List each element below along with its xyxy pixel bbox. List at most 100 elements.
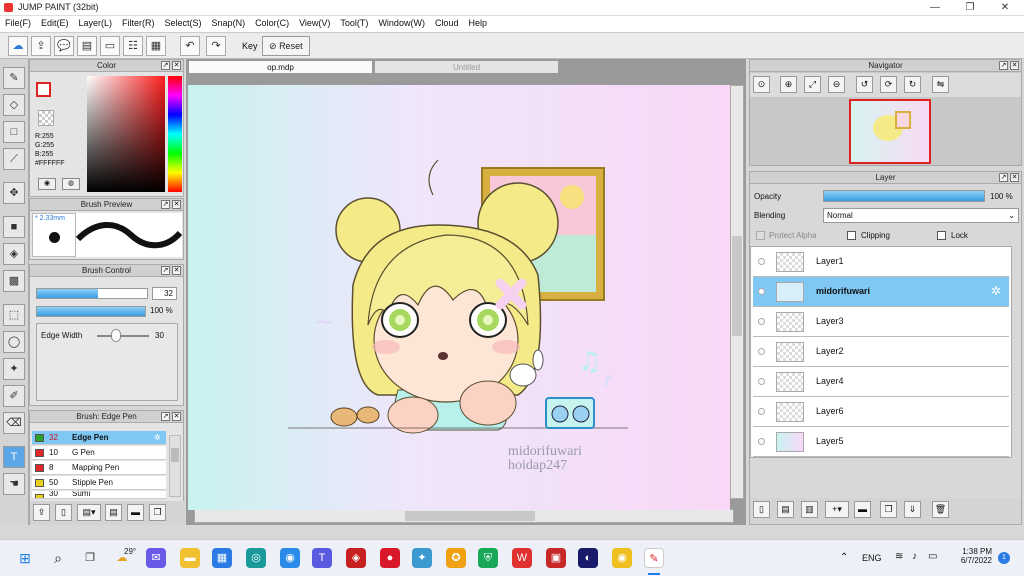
foreground-color-swatch[interactable] (36, 82, 51, 97)
rotate-reset-icon[interactable]: ⟳ (880, 76, 897, 93)
gear-icon[interactable]: ✲ (991, 284, 1001, 298)
select-pen-icon[interactable]: ✐ (3, 385, 25, 407)
layer-row[interactable]: Layer3 (753, 307, 1009, 337)
layer-row[interactable]: Layer2 (753, 337, 1009, 367)
reset-button[interactable]: ⊘ Reset (262, 36, 310, 56)
settings-grid-icon[interactable]: ▦ (146, 36, 166, 56)
panel-close-icon[interactable]: ✕ (172, 412, 181, 421)
edge-width-thumb[interactable] (111, 329, 121, 342)
menu-color[interactable]: Color(C) (250, 16, 294, 30)
visibility-icon[interactable] (758, 438, 765, 445)
minimize-icon[interactable]: — (920, 0, 950, 16)
edge-width-track[interactable] (97, 335, 149, 337)
rotate-right-icon[interactable]: ↻ (904, 76, 921, 93)
layer-row[interactable]: midorifuwari ✲ (753, 277, 1009, 307)
panel-popout-icon[interactable]: ↗ (999, 61, 1008, 70)
brush-opacity-slider[interactable] (36, 306, 146, 317)
duplicate-icon[interactable]: ❐ (149, 504, 166, 521)
magic-wand-icon[interactable]: ✦ (3, 358, 25, 380)
record-icon[interactable]: ● (380, 548, 400, 568)
gear-icon[interactable]: ✲ (154, 431, 161, 445)
add-layer-menu-icon[interactable]: +▾ (825, 501, 849, 518)
share-icon[interactable]: ⇪ (31, 36, 51, 56)
brush-menu-icon[interactable]: ▤▾ (77, 504, 101, 521)
horizontal-scroll-thumb[interactable] (405, 511, 535, 521)
move-tool-icon[interactable]: ✥ (3, 182, 25, 204)
transparent-swatch[interactable] (38, 110, 54, 126)
duplicate-layer-icon[interactable]: ❐ (880, 501, 897, 518)
protect-alpha-checkbox[interactable] (756, 231, 765, 240)
visibility-icon[interactable] (758, 258, 765, 265)
visibility-icon[interactable] (758, 408, 765, 415)
flip-icon[interactable]: ⇋ (932, 76, 949, 93)
menu-view[interactable]: View(V) (294, 16, 335, 30)
zoom-icon[interactable]: ◉ (280, 548, 300, 568)
gradient-tool-icon[interactable]: ▩ (3, 270, 25, 292)
app-icon[interactable]: ✦ (412, 548, 432, 568)
brush-size-value[interactable]: 32 (152, 287, 177, 300)
panel-close-icon[interactable]: ✕ (172, 200, 181, 209)
app-icon[interactable]: ✪ (446, 548, 466, 568)
brush-copy-icon[interactable]: ▤ (105, 504, 122, 521)
line-tool-icon[interactable]: ⟋ (3, 148, 25, 170)
panel-popout-icon[interactable]: ↗ (161, 266, 170, 275)
clipping-checkbox[interactable] (847, 231, 856, 240)
layer-row[interactable]: Layer4 (753, 367, 1009, 397)
visibility-icon[interactable] (758, 318, 765, 325)
navigator-thumbnail[interactable] (849, 99, 931, 164)
zoom-out-icon[interactable]: ⊖ (828, 76, 845, 93)
panel-popout-icon[interactable]: ↗ (161, 200, 170, 209)
shield-icon[interactable]: ⛨ (478, 548, 498, 568)
delete-layer-icon[interactable]: 🗑 (932, 501, 949, 518)
brush-item[interactable]: 30 Sumi (32, 491, 166, 499)
folder-icon[interactable]: ▬ (127, 504, 144, 521)
select-eraser-icon[interactable]: ⌫ (3, 412, 25, 434)
chrome-icon[interactable]: ◉ (612, 548, 632, 568)
layer-row[interactable]: Layer5 (753, 427, 1009, 457)
battery-icon[interactable]: ▭ (928, 551, 937, 562)
rectangle-tool-icon[interactable]: □ (3, 121, 25, 143)
lasso-icon[interactable]: ◯ (3, 331, 25, 353)
volume-icon[interactable]: ♪ (912, 551, 917, 562)
app-icon[interactable]: ◎ (246, 548, 266, 568)
panel-close-icon[interactable]: ✕ (1010, 173, 1019, 182)
wifi-icon[interactable]: ≋ (895, 551, 903, 562)
menu-select[interactable]: Select(S) (160, 16, 207, 30)
zoom-fit-icon[interactable]: ⊙ (753, 76, 770, 93)
menu-edit[interactable]: Edit(E) (36, 16, 74, 30)
wps-icon[interactable]: W (512, 548, 532, 568)
clock-time[interactable]: 1:38 PM (950, 547, 992, 556)
undo-icon[interactable]: ↶ (180, 36, 200, 56)
brush-item[interactable]: 32 Edge Pen ✲ (32, 431, 166, 445)
chevron-up-icon[interactable]: ⌃ (840, 552, 848, 563)
document-icon[interactable]: ▭ (100, 36, 120, 56)
hand-tool-icon[interactable]: ☚ (3, 473, 25, 495)
fill-rect-tool-icon[interactable]: ■ (3, 216, 25, 238)
comment-icon[interactable]: 💬 (54, 36, 74, 56)
app-icon[interactable]: ▣ (546, 548, 566, 568)
vertical-scrollbar[interactable] (730, 85, 744, 499)
vertical-scroll-thumb[interactable] (732, 236, 742, 336)
upload-icon[interactable]: ⇪ (33, 504, 50, 521)
menu-window[interactable]: Window(W) (373, 16, 430, 30)
panel-close-icon[interactable]: ✕ (1010, 61, 1019, 70)
lock-checkbox[interactable] (937, 231, 946, 240)
visibility-icon[interactable] (758, 288, 765, 295)
folder-icon[interactable]: ▬ (854, 501, 871, 518)
redo-icon[interactable]: ↷ (206, 36, 226, 56)
artboard[interactable]: ♫ ♪ ~ midorifuwari hoidap247 (188, 85, 730, 510)
language-indicator[interactable]: ENG (862, 553, 882, 563)
app-icon[interactable]: ◈ (346, 548, 366, 568)
chat-icon[interactable]: ✉ (146, 548, 166, 568)
brush-item[interactable]: 10 G Pen (32, 446, 166, 460)
menu-file[interactable]: File(F) (0, 16, 36, 30)
blending-select[interactable]: Normal ⌄ (823, 208, 1019, 223)
maximize-icon[interactable]: ❐ (955, 0, 985, 16)
menu-tool[interactable]: Tool(T) (335, 16, 373, 30)
bucket-tool-icon[interactable]: ◈ (3, 243, 25, 265)
menu-help[interactable]: Help (463, 16, 492, 30)
panel-popout-icon[interactable]: ↗ (161, 412, 170, 421)
brush-size-slider[interactable] (36, 288, 148, 299)
horizontal-scrollbar[interactable] (194, 509, 734, 523)
layer-row[interactable]: Layer6 (753, 397, 1009, 427)
